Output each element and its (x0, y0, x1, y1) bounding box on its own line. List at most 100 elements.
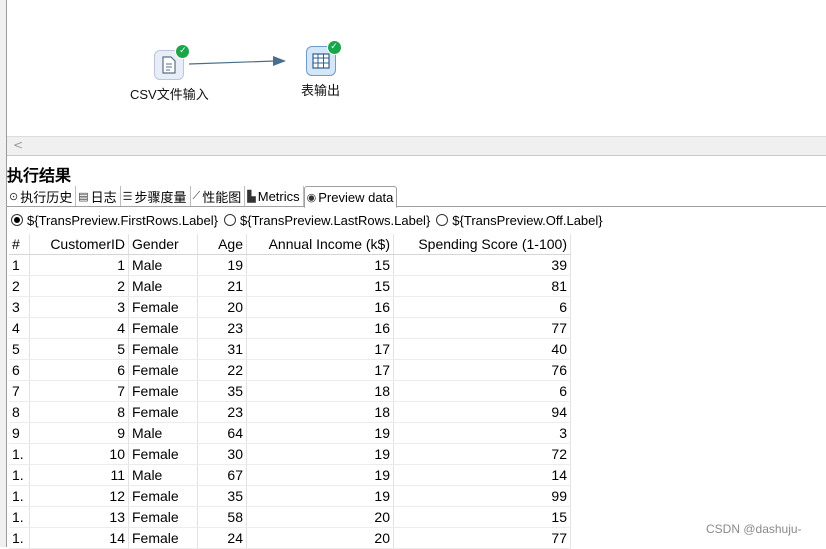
table-cell[interactable]: 16 (246, 296, 394, 318)
table-cell[interactable]: 77 (393, 527, 571, 549)
table-cell[interactable]: 8 (9, 401, 30, 423)
table-cell[interactable]: 9 (29, 422, 129, 444)
table-cell[interactable]: 6 (29, 359, 129, 381)
table-cell[interactable]: 9 (9, 422, 30, 444)
table-cell[interactable]: 17 (246, 338, 394, 360)
table-cell[interactable]: Female (128, 401, 198, 423)
transformation-canvas[interactable]: ✓ CSV文件输入 ✓ 表输出 (7, 0, 826, 136)
table-cell[interactable]: 40 (393, 338, 571, 360)
table-cell[interactable]: 6 (393, 380, 571, 402)
table-row[interactable]: 1. 10 Female 30 19 72 (9, 443, 571, 465)
table-cell[interactable]: Female (128, 443, 198, 465)
table-row[interactable]: 9 9 Male 64 19 3 (9, 422, 571, 444)
table-cell[interactable]: 18 (246, 380, 394, 402)
table-cell[interactable]: 14 (29, 527, 129, 549)
table-cell[interactable]: 21 (197, 275, 247, 297)
preview-data-table[interactable]: # CustomerID Gender Age Annual Income (k… (9, 234, 571, 549)
column-header[interactable]: Annual Income (k$) (246, 234, 394, 255)
table-cell[interactable]: 1. (9, 464, 30, 486)
table-cell[interactable]: 13 (29, 506, 129, 528)
table-cell[interactable]: 20 (246, 506, 394, 528)
table-cell[interactable]: 81 (393, 275, 571, 297)
table-cell[interactable]: 5 (29, 338, 129, 360)
table-cell[interactable]: 77 (393, 317, 571, 339)
table-cell[interactable]: 99 (393, 485, 571, 507)
table-row[interactable]: 1. 14 Female 24 20 77 (9, 527, 571, 549)
table-cell[interactable]: 18 (246, 401, 394, 423)
table-cell[interactable]: 16 (246, 317, 394, 339)
table-cell[interactable]: Female (128, 317, 198, 339)
table-cell[interactable]: 19 (246, 464, 394, 486)
table-row[interactable]: 4 4 Female 23 16 77 (9, 317, 571, 339)
table-cell[interactable]: 5 (9, 338, 30, 360)
table-row[interactable]: 1. 11 Male 67 19 14 (9, 464, 571, 486)
table-row[interactable]: 8 8 Female 23 18 94 (9, 401, 571, 423)
table-cell[interactable]: 3 (29, 296, 129, 318)
tab-step-metrics[interactable]: ☰ 步骤度量 (121, 186, 191, 206)
table-cell[interactable]: 10 (29, 443, 129, 465)
table-cell[interactable]: 1. (9, 443, 30, 465)
table-row[interactable]: 1. 12 Female 35 19 99 (9, 485, 571, 507)
column-header[interactable]: CustomerID (29, 234, 129, 255)
table-cell[interactable]: 20 (197, 296, 247, 318)
table-cell[interactable]: 39 (393, 254, 571, 276)
table-cell[interactable]: 1 (9, 254, 30, 276)
table-cell[interactable]: Female (128, 359, 198, 381)
table-cell[interactable]: Male (128, 275, 198, 297)
table-cell[interactable]: 7 (29, 380, 129, 402)
table-cell[interactable]: 1. (9, 506, 30, 528)
tab-execution-history[interactable]: ⊙ 执行历史 (7, 186, 77, 206)
table-cell[interactable]: 6 (393, 296, 571, 318)
table-cell[interactable]: 2 (9, 275, 30, 297)
table-cell[interactable]: 20 (246, 527, 394, 549)
table-cell[interactable]: 15 (246, 275, 394, 297)
column-header[interactable]: # (9, 234, 30, 255)
table-cell[interactable]: 72 (393, 443, 571, 465)
table-cell[interactable]: 1. (9, 527, 30, 549)
table-cell[interactable]: 14 (393, 464, 571, 486)
table-cell[interactable]: 3 (393, 422, 571, 444)
table-cell[interactable]: Female (128, 296, 198, 318)
table-row[interactable]: 1 1 Male 19 15 39 (9, 254, 571, 276)
table-cell[interactable]: Female (128, 338, 198, 360)
table-cell[interactable]: 8 (29, 401, 129, 423)
table-cell[interactable]: 15 (393, 506, 571, 528)
table-cell[interactable]: Male (128, 464, 198, 486)
table-row[interactable]: 6 6 Female 22 17 76 (9, 359, 571, 381)
table-cell[interactable]: 35 (197, 380, 247, 402)
table-row[interactable]: 7 7 Female 35 18 6 (9, 380, 571, 402)
table-output-step[interactable]: ✓ 表输出 (301, 40, 342, 99)
table-cell[interactable]: Female (128, 380, 198, 402)
table-cell[interactable]: 22 (197, 359, 247, 381)
table-cell[interactable]: 4 (29, 317, 129, 339)
table-cell[interactable]: 23 (197, 317, 247, 339)
table-cell[interactable]: 24 (197, 527, 247, 549)
table-cell[interactable]: 23 (197, 401, 247, 423)
table-cell[interactable]: 64 (197, 422, 247, 444)
table-cell[interactable]: 67 (197, 464, 247, 486)
table-cell[interactable]: 76 (393, 359, 571, 381)
column-header[interactable]: Spending Score (1-100) (393, 234, 571, 255)
table-row[interactable]: 5 5 Female 31 17 40 (9, 338, 571, 360)
tab-log[interactable]: ▤ 日志 (76, 186, 121, 206)
tab-preview-data[interactable]: ◉ Preview data (303, 186, 398, 208)
table-row[interactable]: 2 2 Male 21 15 81 (9, 275, 571, 297)
table-cell[interactable]: 12 (29, 485, 129, 507)
table-cell[interactable]: Female (128, 485, 198, 507)
table-row[interactable]: 1. 13 Female 58 20 15 (9, 506, 571, 528)
table-cell[interactable]: 4 (9, 317, 30, 339)
radio-off[interactable] (436, 214, 449, 226)
table-cell[interactable]: Male (128, 254, 198, 276)
table-row[interactable]: 3 3 Female 20 16 6 (9, 296, 571, 318)
table-cell[interactable]: 19 (197, 254, 247, 276)
table-cell[interactable]: 94 (393, 401, 571, 423)
table-cell[interactable]: 7 (9, 380, 30, 402)
tab-performance-chart[interactable]: ⟋ 性能图 (191, 186, 246, 206)
table-cell[interactable]: 58 (197, 506, 247, 528)
csv-input-step[interactable]: ✓ CSV文件输入 (130, 44, 209, 103)
column-header[interactable]: Gender (128, 234, 198, 255)
table-cell[interactable]: Female (128, 527, 198, 549)
table-cell[interactable]: 1. (9, 485, 30, 507)
table-cell[interactable]: 1 (29, 254, 129, 276)
table-cell[interactable]: 35 (197, 485, 247, 507)
